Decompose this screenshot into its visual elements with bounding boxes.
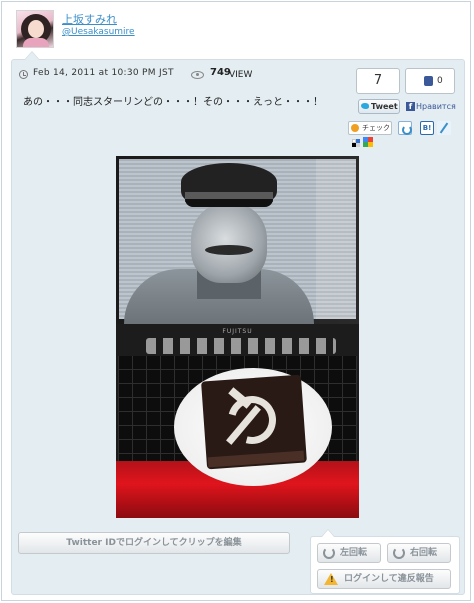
facebook-icon: f (406, 102, 415, 111)
mixi-check-button[interactable]: チェック (348, 121, 392, 135)
bookmark-buttons: チェック B! (348, 121, 456, 135)
like-count: 0 (437, 76, 443, 86)
user-avatar[interactable] (16, 10, 54, 48)
warning-icon: ! (324, 573, 338, 585)
rotate-right-label: 右回転 (410, 548, 438, 558)
hatena-bookmark-icon[interactable]: B! (420, 121, 434, 135)
delicious-icon[interactable] (352, 139, 360, 147)
facebook-like-label: Нравится (416, 102, 456, 111)
laptop-brand: FUJITSU (222, 328, 253, 335)
bookmark-buttons-2 (352, 137, 382, 149)
report-label: ログインして違反報告 (344, 574, 434, 584)
user-display-name-link[interactable]: 上坂すみれ (62, 11, 117, 27)
user-handle-link[interactable]: @Uesakasumire (62, 27, 135, 37)
mixi-check-icon (351, 124, 359, 132)
view-count: 749 (210, 67, 231, 78)
edit-clip-button[interactable]: Twitter IDでログインしてクリップを編集 (18, 532, 290, 554)
post-timestamp[interactable]: Feb 14, 2011 at 10:30 PM JST (33, 68, 174, 78)
tweet-text: あの・・・同志スターリンどの・・・！その・・・えっと・・・！ (23, 97, 323, 108)
check-label: チェック (362, 124, 390, 132)
share-buttons: 7 0 Tweet f Нравится (356, 68, 456, 148)
clock-icon (19, 70, 28, 79)
tweet-photo[interactable]: FUJITSU (116, 156, 359, 518)
eye-icon (191, 71, 204, 79)
rotate-left-label: 左回転 (340, 548, 368, 558)
rotate-right-button[interactable]: 右回転 (387, 543, 451, 563)
tweet-button[interactable]: Tweet (358, 99, 400, 114)
pencil-icon[interactable] (437, 121, 451, 135)
tweet-card: 上坂すみれ @Uesakasumire Feb 14, 2011 at 10:3… (1, 1, 471, 601)
twitter-bird-icon (361, 103, 369, 109)
facebook-like-button[interactable]: f Нравится (406, 99, 456, 114)
livedoor-clip-icon[interactable] (398, 121, 412, 135)
image-actions-box: 左回転 右回転 ! ログインして違反報告 (310, 529, 460, 594)
rotate-right-icon (393, 547, 405, 559)
tweet-button-label: Tweet (371, 102, 398, 111)
tweet-count-box: 7 (356, 68, 400, 94)
rotate-left-button[interactable]: 左回転 (317, 543, 381, 563)
thumbs-up-icon (424, 76, 433, 86)
rotate-left-icon (323, 547, 335, 559)
report-button[interactable]: ! ログインして違反報告 (317, 569, 451, 589)
tweet-panel: Feb 14, 2011 at 10:30 PM JST 749 VIEW あの… (11, 51, 465, 595)
laptop-screen (116, 156, 359, 324)
facebook-like-count[interactable]: 0 (405, 68, 455, 94)
view-label: VIEW (229, 70, 253, 80)
google-bookmark-icon[interactable] (363, 137, 373, 147)
